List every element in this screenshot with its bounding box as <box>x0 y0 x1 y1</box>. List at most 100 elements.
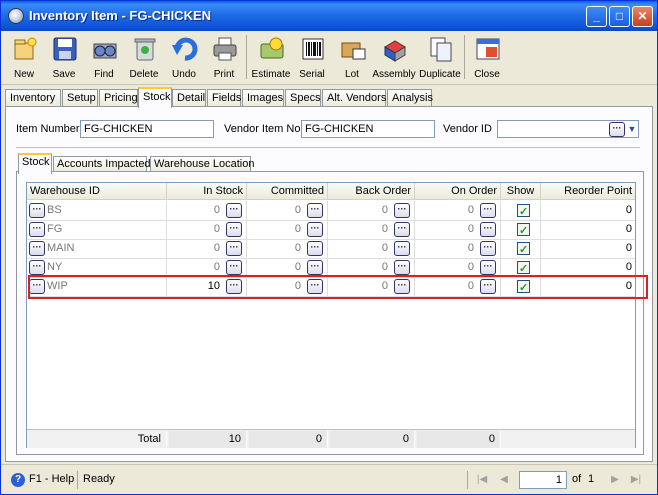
cell-back-order[interactable]: 0 ··· <box>328 239 415 259</box>
cell-committed[interactable]: 0 ··· <box>247 220 328 240</box>
chevron-down-icon[interactable]: ▼ <box>626 122 638 136</box>
cell-lookup-button[interactable]: ··· <box>394 260 410 275</box>
warehouse-lookup-button[interactable]: ··· <box>29 279 45 294</box>
cell-lookup-button[interactable]: ··· <box>226 241 242 256</box>
cell-show[interactable] <box>501 258 541 278</box>
tab-fields[interactable]: Fields <box>207 89 241 107</box>
show-checkbox[interactable] <box>517 260 530 277</box>
cell-warehouse[interactable]: ··· NY <box>27 258 167 278</box>
cell-in-stock[interactable]: 0 ··· <box>167 239 247 259</box>
table-row[interactable]: ···BS0···0···0···0···0 <box>27 201 635 221</box>
page-number-input[interactable]: 1 <box>519 471 567 489</box>
col-committed[interactable]: Committed <box>247 183 328 200</box>
cell-show[interactable] <box>501 277 541 297</box>
table-row[interactable]: ···FG0···0···0···0···0 <box>27 220 635 240</box>
lot-button[interactable]: Lot <box>332 33 372 83</box>
cell-lookup-button[interactable]: ··· <box>480 203 496 218</box>
cell-committed[interactable]: 0 ··· <box>247 239 328 259</box>
cell-lookup-button[interactable]: ··· <box>307 203 323 218</box>
show-checkbox[interactable] <box>517 203 530 220</box>
col-back-order[interactable]: Back Order <box>328 183 415 200</box>
cell-back-order[interactable]: 0 ··· <box>328 220 415 240</box>
cell-warehouse[interactable]: ··· FG <box>27 220 167 240</box>
cell-lookup-button[interactable]: ··· <box>226 203 242 218</box>
show-checkbox[interactable] <box>517 222 530 239</box>
first-page-icon[interactable]: |◀ <box>475 473 489 487</box>
show-checkbox[interactable] <box>517 279 530 296</box>
vendor-id-lookup-button[interactable]: ··· <box>609 122 625 137</box>
cell-reorder-point[interactable]: 0 <box>541 277 635 297</box>
cell-lookup-button[interactable]: ··· <box>226 260 242 275</box>
assembly-button[interactable]: Assembly <box>372 33 416 83</box>
cell-lookup-button[interactable]: ··· <box>480 222 496 237</box>
cell-reorder-point[interactable]: 0 <box>541 239 635 259</box>
cell-on-order[interactable]: 0 ··· <box>415 220 501 240</box>
cell-warehouse[interactable]: ··· BS <box>27 201 167 221</box>
cell-lookup-button[interactable]: ··· <box>226 279 242 294</box>
col-on-order[interactable]: On Order <box>415 183 501 200</box>
close-button[interactable]: Close <box>467 33 507 83</box>
cell-lookup-button[interactable]: ··· <box>480 279 496 294</box>
item-number-field[interactable]: FG-CHICKEN <box>80 120 214 138</box>
title-bar[interactable]: Inventory Item - FG-CHICKEN _ □ ✕ <box>1 1 657 31</box>
tab-alt-vendors[interactable]: Alt. Vendors <box>322 89 386 107</box>
cell-warehouse[interactable]: ··· MAIN <box>27 239 167 259</box>
cell-back-order[interactable]: 0 ··· <box>328 258 415 278</box>
help-icon[interactable]: ? <box>11 473 25 487</box>
cell-lookup-button[interactable]: ··· <box>480 260 496 275</box>
cell-lookup-button[interactable]: ··· <box>307 241 323 256</box>
cell-lookup-button[interactable]: ··· <box>394 241 410 256</box>
next-page-icon[interactable]: ▶ <box>608 473 622 487</box>
last-page-icon[interactable]: ▶| <box>629 473 643 487</box>
tab-specs[interactable]: Specs <box>285 89 321 107</box>
cell-in-stock[interactable]: 0 ··· <box>167 201 247 221</box>
table-row[interactable]: ···NY0···0···0···0···0 <box>27 258 635 278</box>
cell-warehouse[interactable]: ··· WIP <box>27 277 167 297</box>
tab-inventory[interactable]: Inventory <box>5 89 61 107</box>
cell-in-stock[interactable]: 0 ··· <box>167 258 247 278</box>
cell-lookup-button[interactable]: ··· <box>480 241 496 256</box>
cell-lookup-button[interactable]: ··· <box>394 222 410 237</box>
show-checkbox[interactable] <box>517 241 530 258</box>
warehouse-lookup-button[interactable]: ··· <box>29 203 45 218</box>
tab-setup[interactable]: Setup <box>62 89 98 107</box>
warehouse-lookup-button[interactable]: ··· <box>29 222 45 237</box>
cell-lookup-button[interactable]: ··· <box>307 222 323 237</box>
col-warehouse-id[interactable]: Warehouse ID <box>27 183 167 200</box>
cell-reorder-point[interactable]: 0 <box>541 258 635 278</box>
col-show[interactable]: Show <box>501 183 541 200</box>
cell-lookup-button[interactable]: ··· <box>394 279 410 294</box>
tab-detail[interactable]: Detail <box>172 89 206 107</box>
cell-lookup-button[interactable]: ··· <box>394 203 410 218</box>
cell-lookup-button[interactable]: ··· <box>307 279 323 294</box>
warehouse-lookup-button[interactable]: ··· <box>29 241 45 256</box>
col-in-stock[interactable]: In Stock <box>167 183 247 200</box>
cell-committed[interactable]: 0 ··· <box>247 258 328 278</box>
close-window-button[interactable]: ✕ <box>632 6 653 27</box>
duplicate-button[interactable]: Duplicate <box>419 33 461 83</box>
cell-on-order[interactable]: 0 ··· <box>415 201 501 221</box>
cell-back-order[interactable]: 0 ··· <box>328 201 415 221</box>
maximize-button[interactable]: □ <box>609 6 630 27</box>
cell-show[interactable] <box>501 201 541 221</box>
cell-show[interactable] <box>501 220 541 240</box>
cell-show[interactable] <box>501 239 541 259</box>
col-reorder-point[interactable]: Reorder Point <box>541 183 635 200</box>
help-text[interactable]: F1 - Help <box>29 473 74 485</box>
tab-stock[interactable]: Stock <box>138 87 172 108</box>
table-row[interactable]: ···MAIN0···0···0···0···0 <box>27 239 635 259</box>
previous-page-icon[interactable]: ◀ <box>497 473 511 487</box>
print-button[interactable]: Print <box>204 33 244 83</box>
warehouse-lookup-button[interactable]: ··· <box>29 260 45 275</box>
tab-pricing[interactable]: Pricing <box>99 89 138 107</box>
cell-on-order[interactable]: 0 ··· <box>415 258 501 278</box>
cell-in-stock[interactable]: 0 ··· <box>167 220 247 240</box>
cell-committed[interactable]: 0 ··· <box>247 201 328 221</box>
cell-committed[interactable]: 0 ··· <box>247 277 328 297</box>
cell-on-order[interactable]: 0 ··· <box>415 277 501 297</box>
cell-on-order[interactable]: 0 ··· <box>415 239 501 259</box>
subtab-stock[interactable]: Stock <box>18 153 52 174</box>
tab-images[interactable]: Images <box>242 89 284 107</box>
cell-reorder-point[interactable]: 0 <box>541 201 635 221</box>
estimate-button[interactable]: Estimate <box>251 33 291 83</box>
